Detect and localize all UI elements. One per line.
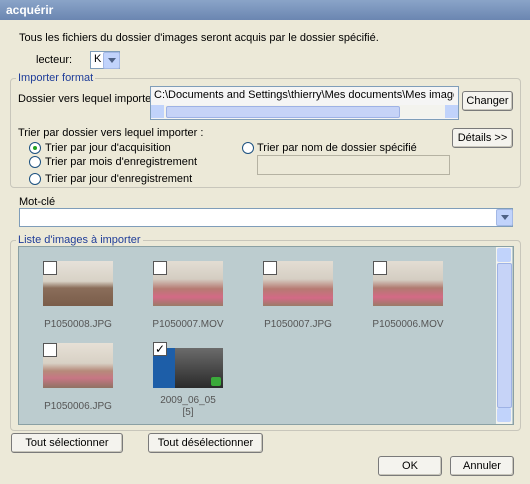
image-name: P1050006.JPG bbox=[44, 401, 112, 412]
image-name: P1050007.MOV bbox=[152, 319, 224, 330]
image-checkbox[interactable] bbox=[43, 261, 57, 275]
radio-label: Trier par jour d'enregistrement bbox=[45, 173, 193, 185]
title-bar[interactable]: acquérir bbox=[0, 0, 530, 20]
image-checkbox[interactable] bbox=[43, 343, 57, 357]
select-all-button[interactable]: Tout sélectionner bbox=[11, 433, 123, 453]
acquire-dialog: acquérir Tous les fichiers du dossier d'… bbox=[0, 0, 530, 484]
image-checkbox-checked[interactable]: ✓ bbox=[153, 342, 167, 356]
image-name: P1050006.MOV bbox=[372, 319, 444, 330]
radio-label: Trier par nom de dossier spécifié bbox=[257, 142, 417, 154]
ok-button[interactable]: OK bbox=[378, 456, 442, 476]
folder-name-input[interactable] bbox=[257, 155, 450, 175]
reader-select[interactable]: K bbox=[90, 51, 120, 69]
scroll-up-icon[interactable] bbox=[497, 248, 511, 262]
window-title: acquérir bbox=[6, 3, 54, 17]
dest-folder-path: C:\Documents and Settings\thierry\Mes do… bbox=[154, 89, 454, 101]
image-list-legend: Liste d'images à importer bbox=[16, 234, 143, 246]
radio-sort-folder-name[interactable] bbox=[242, 142, 254, 154]
image-name: P1050008.JPG bbox=[44, 319, 112, 330]
horizontal-scrollbar[interactable] bbox=[151, 105, 458, 118]
sort-label: Trier par dossier vers lequel importer : bbox=[18, 127, 204, 139]
image-list[interactable]: P1050008.JPG P1050007.MOV P1050007.JPG P… bbox=[18, 246, 514, 425]
scrollbar-thumb[interactable] bbox=[166, 106, 400, 118]
change-button[interactable]: Changer bbox=[462, 91, 513, 111]
keyword-label: Mot-clé bbox=[19, 196, 56, 208]
scrollbar-thumb[interactable] bbox=[497, 263, 512, 408]
cancel-button[interactable]: Annuler bbox=[450, 456, 514, 476]
radio-sort-acquisition-day[interactable] bbox=[29, 142, 41, 154]
scroll-left-icon[interactable] bbox=[151, 105, 164, 118]
radio-label: Trier par mois d'enregistrement bbox=[45, 156, 198, 168]
radio-label: Trier par jour d'acquisition bbox=[45, 142, 171, 154]
image-name: P1050007.JPG bbox=[264, 319, 332, 330]
dest-folder-label: Dossier vers lequel importer : bbox=[18, 93, 162, 105]
intro-text: Tous les fichiers du dossier d'images se… bbox=[19, 32, 379, 44]
deselect-all-button[interactable]: Tout désélectionner bbox=[148, 433, 263, 453]
video-folder-icon bbox=[211, 377, 221, 386]
keyword-input[interactable] bbox=[19, 208, 513, 227]
reader-label: lecteur: bbox=[36, 54, 73, 66]
import-format-legend: Importer format bbox=[16, 72, 96, 84]
image-checkbox[interactable] bbox=[373, 261, 387, 275]
vertical-scrollbar[interactable] bbox=[496, 247, 512, 424]
reader-value: K bbox=[94, 53, 102, 65]
radio-sort-record-month[interactable] bbox=[29, 156, 41, 168]
image-checkbox[interactable] bbox=[153, 261, 167, 275]
folder-count: [5] bbox=[182, 407, 194, 418]
dest-folder-field[interactable]: C:\Documents and Settings\thierry\Mes do… bbox=[150, 86, 459, 120]
radio-sort-record-day[interactable] bbox=[29, 173, 41, 185]
scroll-down-icon[interactable] bbox=[497, 408, 511, 422]
folder-name: 2009_06_05 bbox=[160, 395, 216, 406]
chevron-down-icon[interactable] bbox=[496, 209, 513, 226]
scroll-right-icon[interactable] bbox=[445, 105, 458, 118]
image-checkbox[interactable] bbox=[263, 261, 277, 275]
chevron-down-icon[interactable] bbox=[103, 52, 120, 69]
details-button[interactable]: Détails >> bbox=[452, 128, 513, 148]
